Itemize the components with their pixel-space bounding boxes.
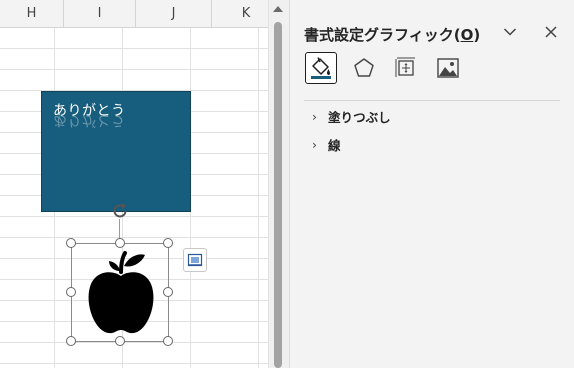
text-reflection: ありがとう xyxy=(53,112,126,128)
section-fill-label: 塗りつぶし xyxy=(328,109,391,125)
column-header-k[interactable]: K xyxy=(212,0,268,28)
section-line-label: 線 xyxy=(328,137,341,153)
picture-icon xyxy=(437,58,459,78)
pane-title: 書式設定グラフィック(O) xyxy=(304,24,480,45)
layout-options-icon xyxy=(187,253,203,267)
pane-title-shortcut-close: ) xyxy=(473,26,481,44)
rotate-handle-icon[interactable] xyxy=(110,201,130,221)
column-header-j[interactable]: J xyxy=(136,0,212,28)
size-properties-icon xyxy=(395,57,415,77)
tab-effects[interactable] xyxy=(348,52,380,84)
column-header-h[interactable]: H xyxy=(0,0,64,28)
resize-handle-top-left[interactable] xyxy=(66,238,76,248)
section-line[interactable]: › 線 xyxy=(312,134,341,154)
resize-handle-bottom-left[interactable] xyxy=(66,336,76,346)
vertical-scrollbar[interactable] xyxy=(268,0,290,368)
resize-handle-bottom[interactable] xyxy=(115,336,125,346)
layout-options-button[interactable] xyxy=(183,248,207,272)
scroll-up-arrow-icon[interactable] xyxy=(273,6,283,12)
resize-handle-left[interactable] xyxy=(66,287,76,297)
chevron-right-icon: › xyxy=(312,136,317,152)
column-header-i[interactable]: I xyxy=(64,0,136,28)
pentagon-icon xyxy=(354,58,374,77)
tab-fill-and-line[interactable] xyxy=(305,52,337,84)
pane-options-dropdown[interactable] xyxy=(500,22,520,42)
pane-title-shortcut-open: ( xyxy=(453,26,461,44)
tab-size-and-properties[interactable] xyxy=(390,52,422,84)
resize-handle-bottom-right[interactable] xyxy=(163,336,173,346)
chevron-down-icon xyxy=(503,28,517,36)
paint-bucket-icon xyxy=(311,57,331,79)
scrollbar-thumb[interactable] xyxy=(274,22,282,368)
tab-picture[interactable] xyxy=(432,52,464,84)
section-fill[interactable]: › 塗りつぶし xyxy=(312,106,391,126)
format-graphic-pane: 書式設定グラフィック(O) › 塗りつぶし › 線 xyxy=(290,0,574,368)
column-header-row: H I J K xyxy=(0,0,268,28)
resize-handle-top-right[interactable] xyxy=(163,238,173,248)
resize-handle-top[interactable] xyxy=(115,238,125,248)
pane-title-main: 書式設定グラフィック xyxy=(304,26,454,44)
close-icon xyxy=(545,26,557,38)
apple-icon[interactable] xyxy=(85,250,157,336)
text-box-shape[interactable]: ありがとう ありがとう xyxy=(41,91,191,212)
pane-close-button[interactable] xyxy=(541,22,561,42)
pane-divider xyxy=(304,100,560,101)
resize-handle-right[interactable] xyxy=(163,287,173,297)
worksheet[interactable]: H I J K ありがとう ありがとう xyxy=(0,0,268,368)
chevron-right-icon: › xyxy=(312,108,317,124)
pane-title-shortcut-key: O xyxy=(460,26,474,44)
